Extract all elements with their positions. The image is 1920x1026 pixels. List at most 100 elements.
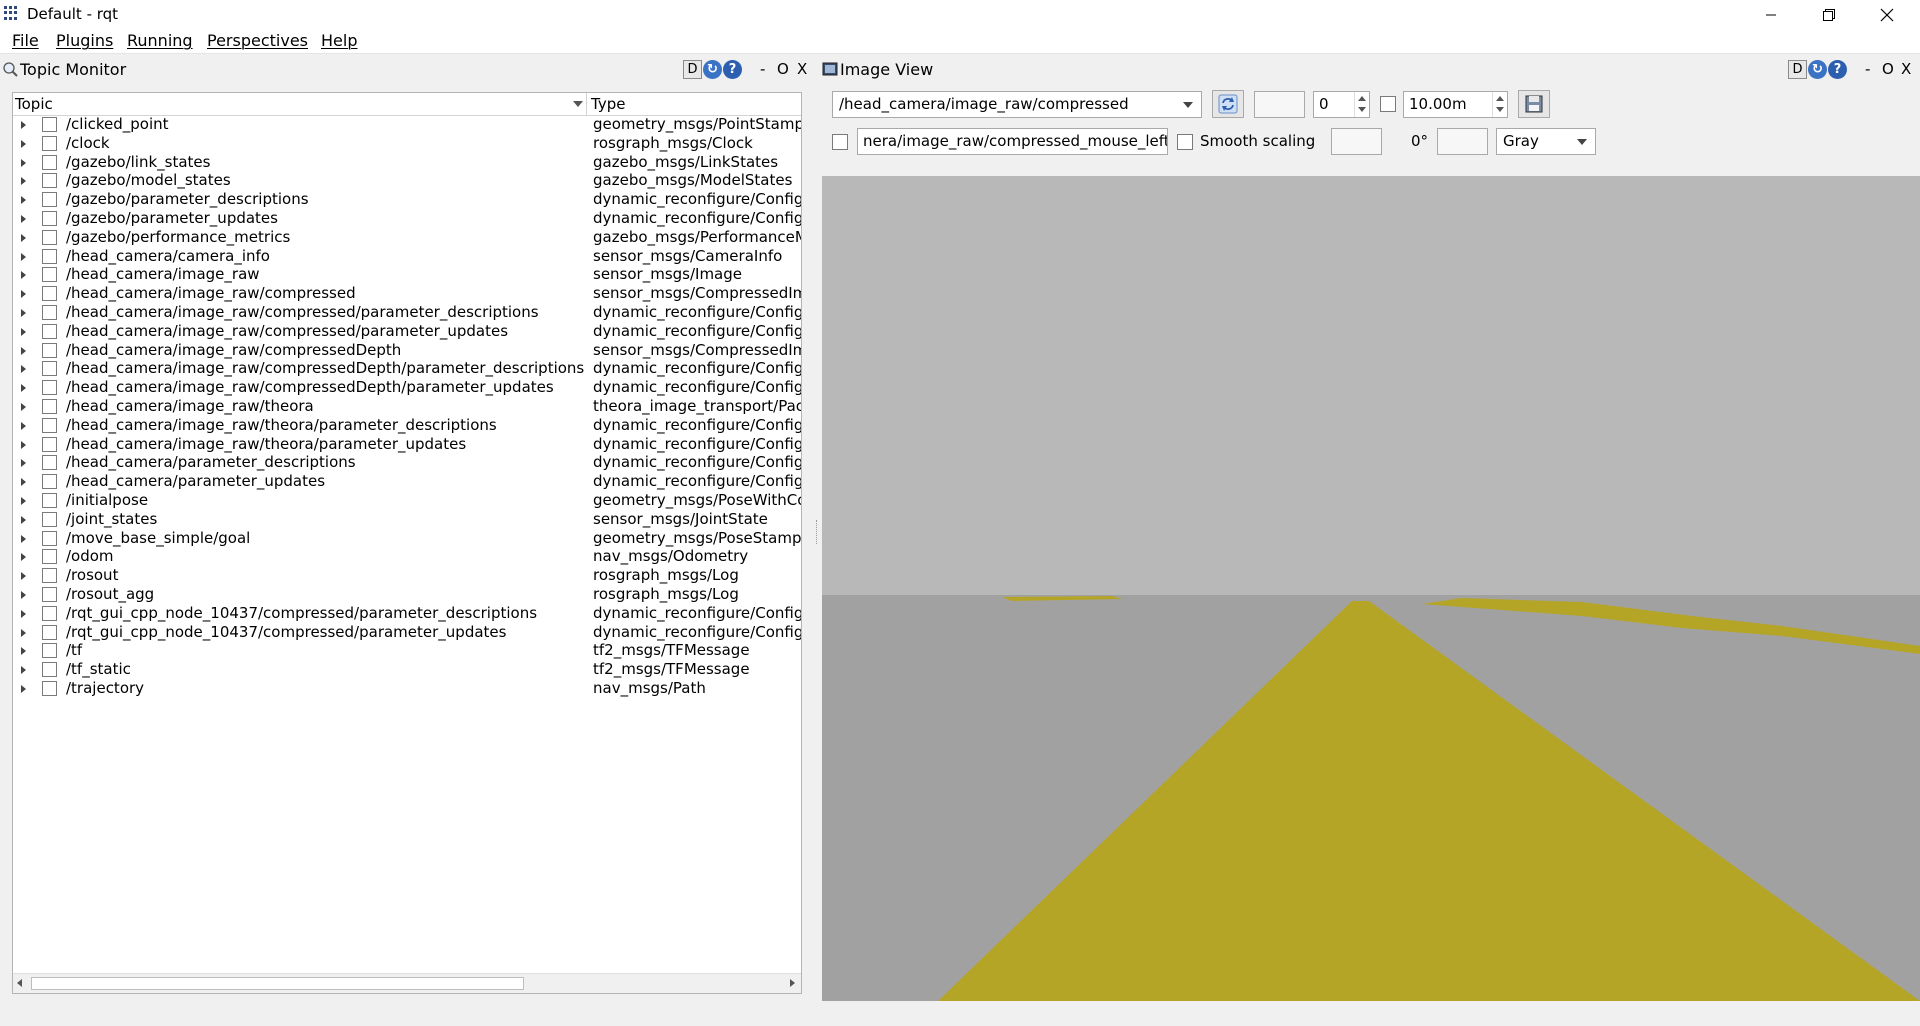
topic-checkbox[interactable] xyxy=(42,380,57,396)
topic-checkbox[interactable] xyxy=(42,417,57,433)
table-row[interactable]: /gazebo/parameter_descriptions dynamic_re… xyxy=(13,190,801,209)
topic-checkbox[interactable] xyxy=(42,586,57,602)
expand-arrow-icon[interactable] xyxy=(21,177,26,186)
menu-plugins[interactable]: Plugins xyxy=(56,31,113,50)
topic-checkbox[interactable] xyxy=(42,436,57,452)
table-row[interactable]: /head_camera/image_raw/compressedDepth se… xyxy=(13,341,801,360)
panel-splitter[interactable] xyxy=(816,520,819,544)
topic-monitor-minimize[interactable]: - xyxy=(760,60,765,78)
expand-arrow-icon[interactable] xyxy=(21,252,26,261)
topic-checkbox[interactable] xyxy=(42,154,57,170)
column-topic[interactable]: Topic xyxy=(15,95,53,113)
expand-arrow-icon[interactable] xyxy=(21,553,26,562)
image-view-d-button[interactable]: D xyxy=(1788,60,1807,79)
image-view-minimize[interactable]: - xyxy=(1865,60,1870,78)
table-row[interactable]: /head_camera/image_raw/compressed/parame… xyxy=(13,303,801,322)
table-row[interactable]: /head_camera/image_raw sensor_msgs/Image xyxy=(13,265,801,284)
topic-checkbox[interactable] xyxy=(42,117,57,132)
topic-checkbox[interactable] xyxy=(42,511,57,527)
topic-checkbox[interactable] xyxy=(42,323,57,339)
table-row[interactable]: /joint_states sensor_msgs/JointState xyxy=(13,510,801,529)
table-row[interactable]: /head_camera/camera_info sensor_msgs/Came… xyxy=(13,247,801,266)
expand-arrow-icon[interactable] xyxy=(21,121,26,129)
table-row[interactable]: /gazebo/model_states gazebo_msgs/ModelSta… xyxy=(13,171,801,190)
expand-arrow-icon[interactable] xyxy=(21,384,26,393)
topic-checkbox[interactable] xyxy=(42,361,57,377)
expand-arrow-icon[interactable] xyxy=(21,440,26,449)
topic-checkbox[interactable] xyxy=(42,474,57,490)
menu-perspectives[interactable]: Perspectives xyxy=(207,31,308,50)
value-spinbox[interactable]: 0 xyxy=(1313,91,1370,118)
chevron-down-icon[interactable] xyxy=(1358,107,1366,112)
expand-arrow-icon[interactable] xyxy=(21,139,26,148)
smooth-scaling-checkbox[interactable] xyxy=(1177,134,1193,150)
duration-spinbox[interactable]: 10.00m xyxy=(1403,91,1508,118)
table-row[interactable]: /odom nav_msgs/Odometry xyxy=(13,547,801,566)
expand-arrow-icon[interactable] xyxy=(21,478,26,487)
topic-checkbox[interactable] xyxy=(42,267,57,283)
table-row[interactable]: /rosout rosgraph_msgs/Log xyxy=(13,566,801,585)
table-row[interactable]: /head_camera/image_raw/theora theora_imag… xyxy=(13,397,801,416)
topic-checkbox[interactable] xyxy=(42,173,57,189)
expand-arrow-icon[interactable] xyxy=(21,214,26,223)
expand-arrow-icon[interactable] xyxy=(21,402,26,411)
table-row[interactable]: /head_camera/image_raw/compressedDepth/p… xyxy=(13,378,801,397)
spin-arrows[interactable] xyxy=(1492,92,1507,117)
topic-checkbox[interactable] xyxy=(42,643,57,659)
expand-arrow-icon[interactable] xyxy=(21,327,26,336)
expand-arrow-icon[interactable] xyxy=(21,290,26,299)
spin-arrows[interactable] xyxy=(1354,92,1369,117)
table-row[interactable]: /clock rosgraph_msgs/Clock xyxy=(13,134,801,153)
topic-checkbox[interactable] xyxy=(42,210,57,226)
chevron-up-icon[interactable] xyxy=(1496,96,1504,101)
topic-tree[interactable]: Topic Type /clicked_point geometry_msgs/P… xyxy=(12,92,802,994)
duration-checkbox[interactable] xyxy=(1380,96,1396,112)
topic-monitor-close[interactable]: X xyxy=(797,60,807,78)
topic-checkbox[interactable] xyxy=(42,398,57,414)
restore-button[interactable] xyxy=(1806,0,1852,29)
column-type[interactable]: Type xyxy=(591,95,625,113)
table-row[interactable]: /gazebo/parameter_updates dynamic_reconfi… xyxy=(13,209,801,228)
topic-checkbox[interactable] xyxy=(42,530,57,546)
close-button[interactable] xyxy=(1864,0,1910,29)
table-row[interactable]: /trajectory nav_msgs/Path xyxy=(13,679,801,698)
topic-checkbox[interactable] xyxy=(42,135,57,151)
help-icon[interactable]: ? xyxy=(1828,60,1847,79)
table-row[interactable]: /gazebo/link_states gazebo_msgs/LinkState… xyxy=(13,153,801,172)
expand-arrow-icon[interactable] xyxy=(21,496,26,505)
scroll-right-icon[interactable] xyxy=(790,979,795,987)
help-icon[interactable]: ? xyxy=(723,60,742,79)
menu-file[interactable]: File xyxy=(12,31,39,50)
expand-arrow-icon[interactable] xyxy=(21,346,26,355)
expand-arrow-icon[interactable] xyxy=(21,534,26,543)
table-row[interactable]: /move_base_simple/goal geometry_msgs/Pose… xyxy=(13,529,801,548)
reload-icon[interactable]: ↻ xyxy=(703,60,722,79)
expand-arrow-icon[interactable] xyxy=(21,684,26,693)
menu-help[interactable]: Help xyxy=(321,31,357,50)
menu-running[interactable]: Running xyxy=(127,31,193,50)
refresh-topics-button[interactable] xyxy=(1212,90,1244,118)
expand-arrow-icon[interactable] xyxy=(21,590,26,599)
topic-checkbox[interactable] xyxy=(42,568,57,584)
expand-arrow-icon[interactable] xyxy=(21,628,26,637)
expand-arrow-icon[interactable] xyxy=(21,365,26,374)
rotate-right-field[interactable] xyxy=(1437,128,1488,155)
topic-checkbox[interactable] xyxy=(42,192,57,208)
scroll-left-icon[interactable] xyxy=(17,979,22,987)
save-image-button[interactable] xyxy=(1518,90,1550,118)
expand-arrow-icon[interactable] xyxy=(21,421,26,430)
topic-checkbox[interactable] xyxy=(42,229,57,245)
topic-checkbox[interactable] xyxy=(42,248,57,264)
table-row[interactable]: /head_camera/image_raw/theora/parameter_… xyxy=(13,435,801,454)
table-row[interactable]: /head_camera/image_raw/theora/parameter_… xyxy=(13,416,801,435)
topic-checkbox[interactable] xyxy=(42,342,57,358)
table-row[interactable]: /rosout_agg rosgraph_msgs/Log xyxy=(13,585,801,604)
topic-checkbox[interactable] xyxy=(42,286,57,302)
expand-arrow-icon[interactable] xyxy=(21,572,26,581)
table-row[interactable]: /tf_static tf2_msgs/TFMessage xyxy=(13,660,801,679)
topic-checkbox[interactable] xyxy=(42,662,57,678)
table-row[interactable]: /initialpose geometry_msgs/PoseWithCovari… xyxy=(13,491,801,510)
expand-arrow-icon[interactable] xyxy=(21,666,26,675)
topic-checkbox[interactable] xyxy=(42,492,57,508)
color-scheme-select[interactable]: Gray xyxy=(1496,128,1596,155)
